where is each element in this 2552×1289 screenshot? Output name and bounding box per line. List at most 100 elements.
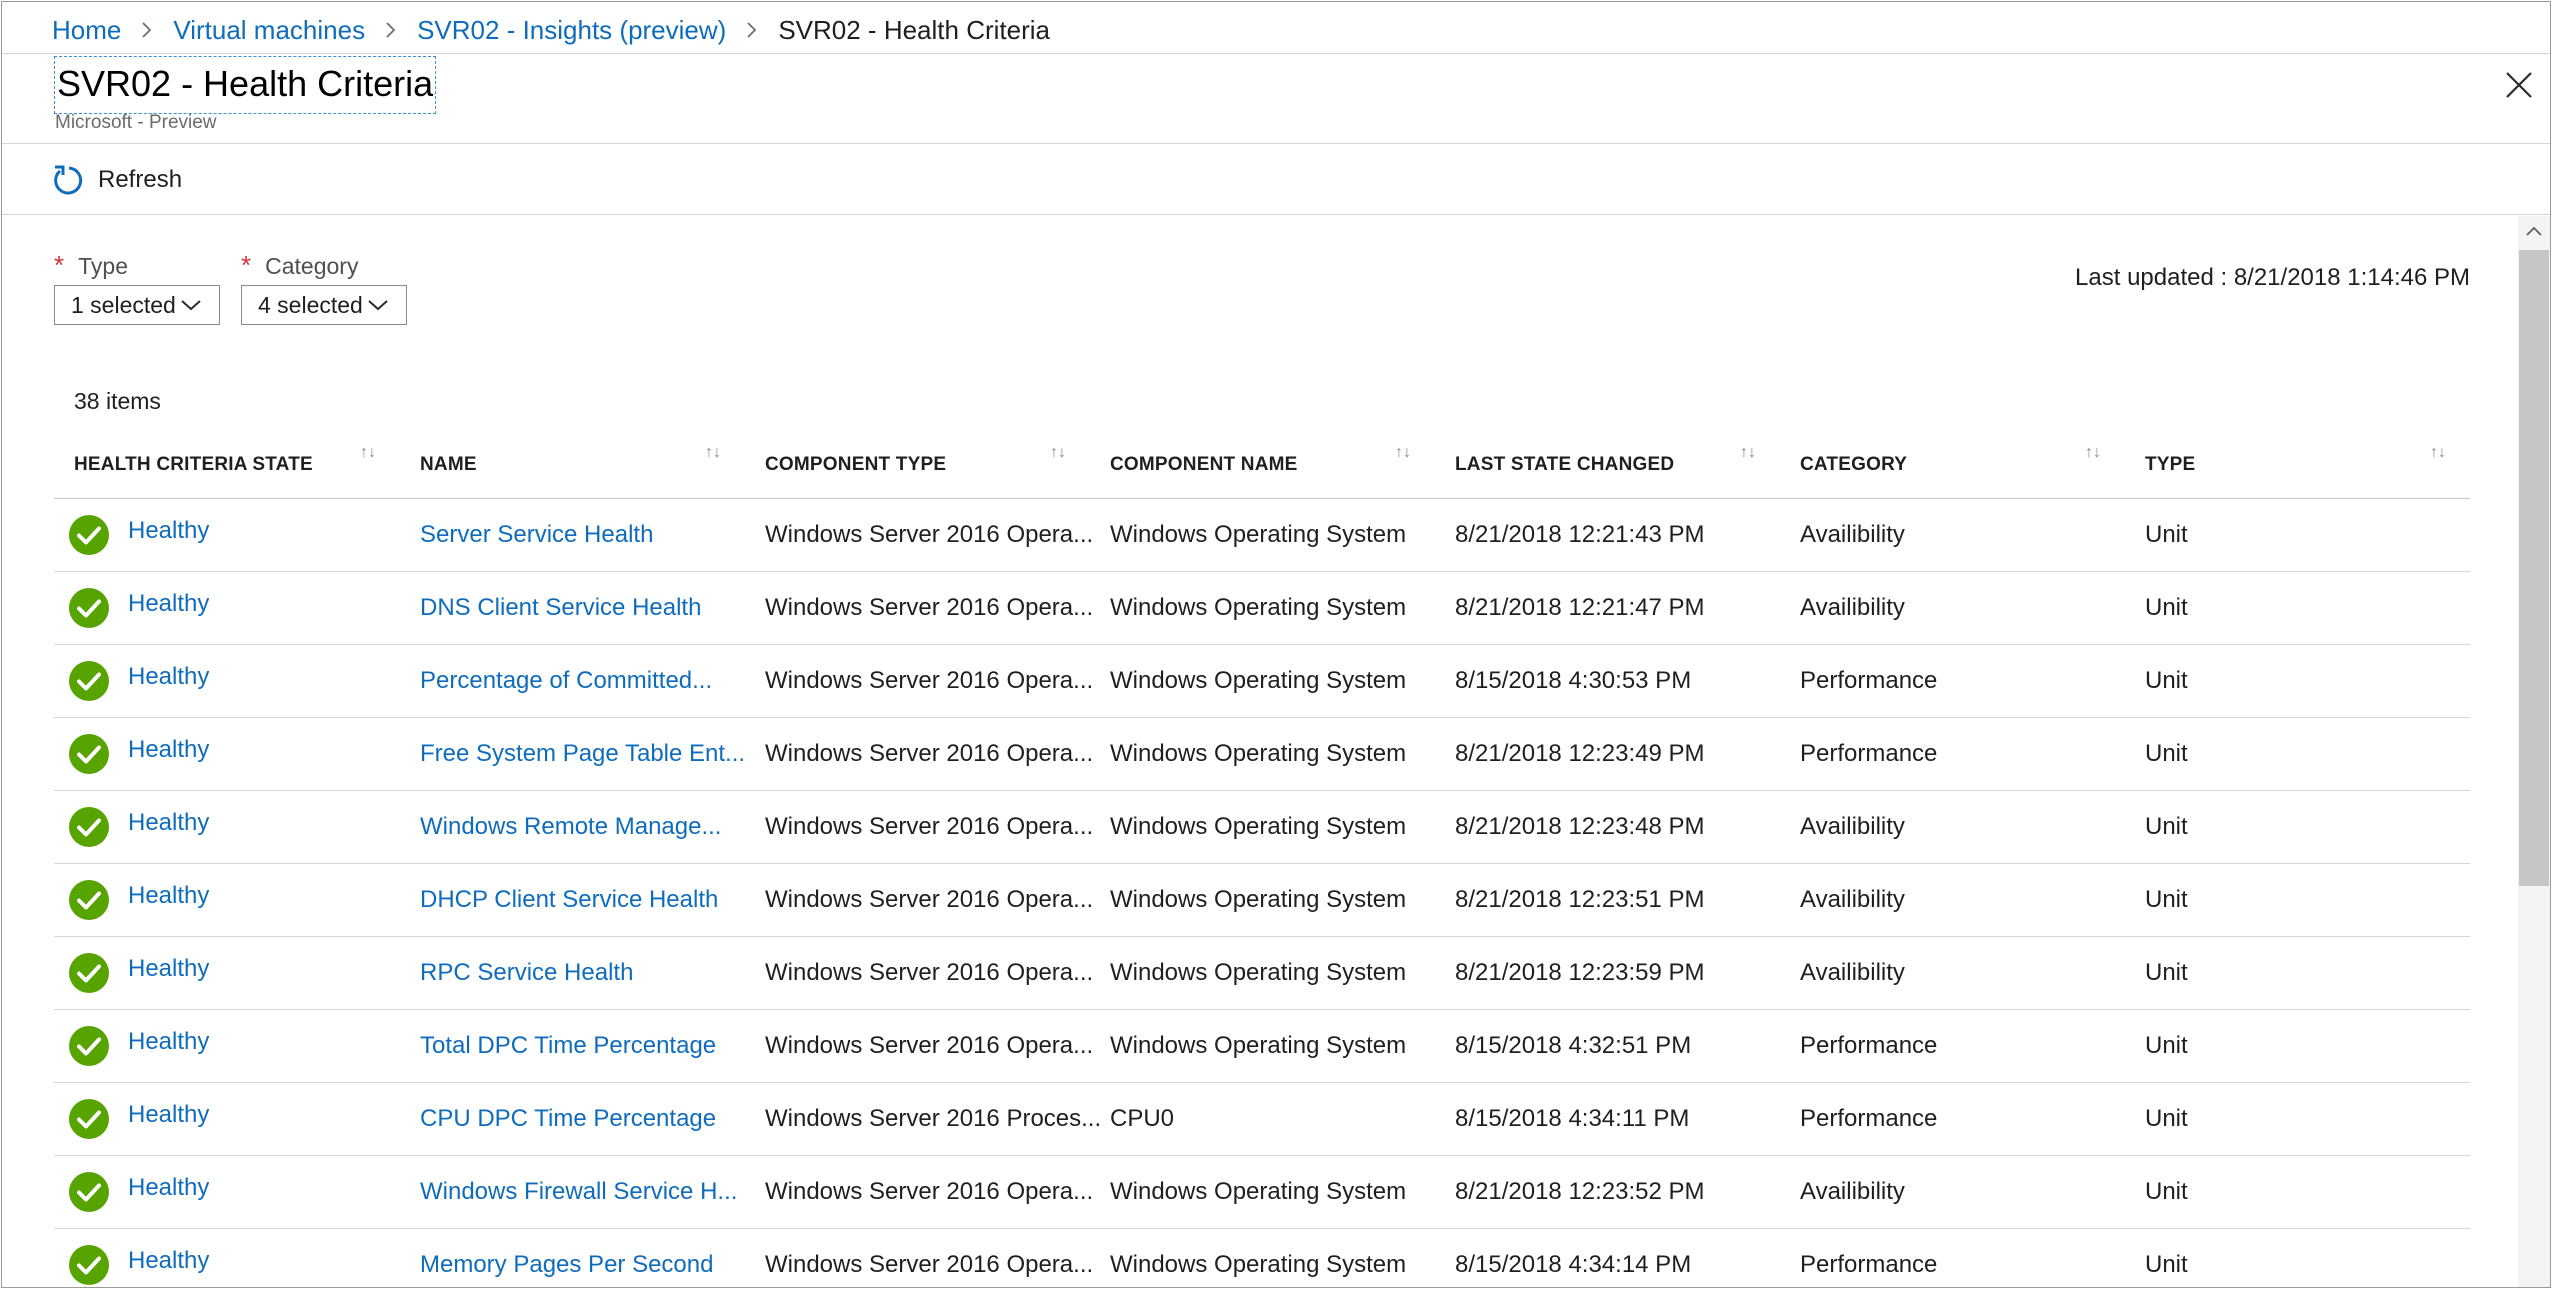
sort-icon[interactable]: ↑↓ <box>360 444 376 462</box>
breadcrumb-virtual-machines[interactable]: Virtual machines <box>173 15 365 46</box>
component-type: Windows Server 2016 Opera... <box>765 1032 1094 1059</box>
scrollbar-thumb[interactable] <box>2519 250 2549 886</box>
component-name: CPU0 <box>1110 1105 1175 1132</box>
sort-icon[interactable]: ↑↓ <box>1740 444 1756 462</box>
component-name: Windows Operating System <box>1110 813 1407 840</box>
column-header-component-name[interactable]: COMPONENT NAME <box>1110 432 1298 498</box>
column-header-name[interactable]: NAME <box>420 432 477 498</box>
state-link[interactable]: Healthy <box>128 1247 209 1275</box>
check-circle-icon <box>69 880 109 920</box>
type-dropdown[interactable]: 1 selected <box>54 285 220 325</box>
criteria-name-link[interactable]: Server Service Health <box>420 499 653 571</box>
category: Availibility <box>1800 1178 1905 1205</box>
type: Unit <box>2145 594 2188 621</box>
category: Performance <box>1800 667 1938 694</box>
state-link[interactable]: Healthy <box>128 663 209 691</box>
criteria-name-link[interactable]: DNS Client Service Health <box>420 572 701 644</box>
chevron-down-icon <box>180 298 202 312</box>
sort-icon[interactable]: ↑↓ <box>1395 444 1411 462</box>
breadcrumb-home[interactable]: Home <box>52 15 121 46</box>
category: Availibility <box>1800 959 1905 986</box>
table-row[interactable]: Healthy Server Service Health Windows Se… <box>54 499 2470 572</box>
state-cell: Healthy <box>68 864 209 936</box>
component-name: Windows Operating System <box>1110 521 1407 548</box>
state-link[interactable]: Healthy <box>128 736 209 764</box>
category: Performance <box>1800 740 1938 767</box>
criteria-name-link[interactable]: Memory Pages Per Second <box>420 1229 713 1287</box>
state-link[interactable]: Healthy <box>128 955 209 983</box>
page-subtitle: Microsoft - Preview <box>55 112 217 133</box>
state-link[interactable]: Healthy <box>128 882 209 910</box>
type: Unit <box>2145 813 2188 840</box>
criteria-name-link[interactable]: DHCP Client Service Health <box>420 864 718 936</box>
page-title: SVR02 - Health Criteria <box>54 56 437 114</box>
state-link[interactable]: Healthy <box>128 1174 209 1202</box>
check-circle-icon <box>69 1026 109 1066</box>
component-name: Windows Operating System <box>1110 1178 1407 1205</box>
criteria-name-link[interactable]: Total DPC Time Percentage <box>420 1010 716 1082</box>
state-cell: Healthy <box>68 1010 209 1082</box>
state-cell: Healthy <box>68 1083 209 1155</box>
sort-icon[interactable]: ↑↓ <box>1050 444 1066 462</box>
table-row[interactable]: Healthy Memory Pages Per Second Windows … <box>54 1229 2470 1287</box>
table-row[interactable]: Healthy DNS Client Service Health Window… <box>54 572 2470 645</box>
table-row[interactable]: Healthy CPU DPC Time Percentage Windows … <box>54 1083 2470 1156</box>
state-link[interactable]: Healthy <box>128 1028 209 1056</box>
state-link[interactable]: Healthy <box>128 517 209 545</box>
component-type: Windows Server 2016 Opera... <box>765 594 1094 621</box>
required-marker: * <box>54 250 65 280</box>
type: Unit <box>2145 1032 2188 1059</box>
category: Availibility <box>1800 886 1905 913</box>
last-state-changed: 8/15/2018 4:30:53 PM <box>1455 667 1692 694</box>
table-row[interactable]: Healthy Free System Page Table Ent... Wi… <box>54 718 2470 791</box>
type: Unit <box>2145 1251 2188 1278</box>
component-name: Windows Operating System <box>1110 886 1407 913</box>
state-link[interactable]: Healthy <box>128 809 209 837</box>
type: Unit <box>2145 1105 2188 1132</box>
column-header-type[interactable]: TYPE <box>2145 432 2195 498</box>
table-row[interactable]: Healthy Total DPC Time Percentage Window… <box>54 1010 2470 1083</box>
table-row[interactable]: Healthy Windows Firewall Service H... Wi… <box>54 1156 2470 1229</box>
category-dropdown[interactable]: 4 selected <box>241 285 407 325</box>
table-row[interactable]: Healthy RPC Service Health Windows Serve… <box>54 937 2470 1010</box>
refresh-button[interactable]: Refresh <box>52 160 182 200</box>
criteria-name-link[interactable]: Windows Remote Manage... <box>420 791 721 863</box>
column-header-last-state-changed[interactable]: LAST STATE CHANGED <box>1455 432 1674 498</box>
sort-icon[interactable]: ↑↓ <box>705 444 721 462</box>
table-row[interactable]: Healthy Windows Remote Manage... Windows… <box>54 791 2470 864</box>
check-circle-icon <box>69 515 109 555</box>
sort-icon[interactable]: ↑↓ <box>2085 444 2101 462</box>
category: Availibility <box>1800 813 1905 840</box>
close-button[interactable] <box>2502 68 2536 102</box>
vertical-scrollbar[interactable] <box>2518 216 2550 1287</box>
chevron-right-icon <box>385 21 397 39</box>
check-circle-icon <box>69 953 109 993</box>
table-header: HEALTH CRITERIA STATE ↑↓ NAME ↑↓ COMPONE… <box>54 432 2470 499</box>
criteria-name-link[interactable]: Percentage of Committed... <box>420 645 712 717</box>
category-dropdown-value: 4 selected <box>258 291 363 318</box>
state-cell: Healthy <box>68 718 209 790</box>
scroll-up-button[interactable] <box>2518 216 2550 246</box>
criteria-name-link[interactable]: Windows Firewall Service H... <box>420 1156 737 1228</box>
table-row[interactable]: Healthy DHCP Client Service Health Windo… <box>54 864 2470 937</box>
last-state-changed: 8/21/2018 12:21:47 PM <box>1455 594 1705 621</box>
breadcrumb-insights[interactable]: SVR02 - Insights (preview) <box>417 15 726 46</box>
check-circle-icon <box>69 1172 109 1212</box>
state-link[interactable]: Healthy <box>128 590 209 618</box>
component-name: Windows Operating System <box>1110 740 1407 767</box>
state-link[interactable]: Healthy <box>128 1101 209 1129</box>
table-row[interactable]: Healthy Percentage of Committed... Windo… <box>54 645 2470 718</box>
column-header-state[interactable]: HEALTH CRITERIA STATE <box>74 432 313 498</box>
column-header-category[interactable]: CATEGORY <box>1800 432 1907 498</box>
required-marker: * <box>241 250 252 280</box>
criteria-name-link[interactable]: CPU DPC Time Percentage <box>420 1083 716 1155</box>
sort-icon[interactable]: ↑↓ <box>2430 444 2446 462</box>
type-filter: * Type 1 selected <box>54 250 220 325</box>
component-name: Windows Operating System <box>1110 594 1407 621</box>
component-type: Windows Server 2016 Opera... <box>765 1251 1094 1278</box>
component-type: Windows Server 2016 Proces... <box>765 1105 1102 1132</box>
column-header-component-type[interactable]: COMPONENT TYPE <box>765 432 946 498</box>
criteria-name-link[interactable]: Free System Page Table Ent... <box>420 718 745 790</box>
category: Availibility <box>1800 521 1905 548</box>
criteria-name-link[interactable]: RPC Service Health <box>420 937 633 1009</box>
